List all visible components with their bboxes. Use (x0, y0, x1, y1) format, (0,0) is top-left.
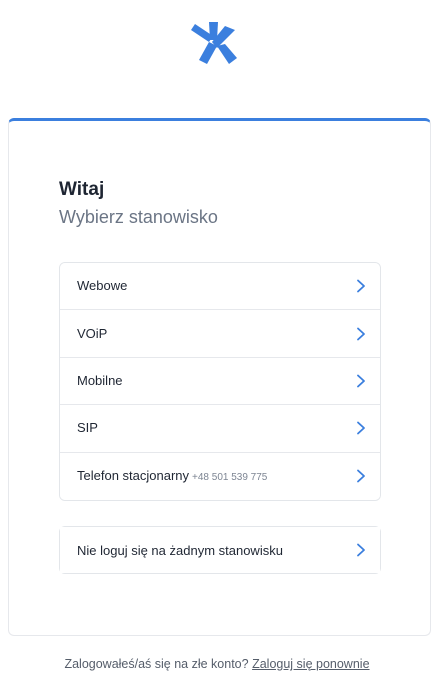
footer: Zalogowałeś/aś się na złe konto? Zaloguj… (0, 657, 434, 671)
no-station-item[interactable]: Nie loguj się na żadnym stanowisku (60, 527, 380, 573)
phone-number: +48 501 539 775 (192, 472, 268, 484)
chevron-right-icon (357, 327, 365, 340)
station-item-label: VOiP (77, 325, 108, 341)
footer-text: Zalogowałeś/aś się na złe konto? (64, 657, 249, 671)
station-card: Witaj Wybierz stanowisko Webowe VOiP Mob… (8, 118, 431, 636)
relogin-link[interactable]: Zaloguj się ponownie (252, 657, 369, 671)
page: Witaj Wybierz stanowisko Webowe VOiP Mob… (0, 0, 434, 691)
page-subtitle: Wybierz stanowisko (59, 207, 218, 227)
brand-star-icon (191, 22, 237, 64)
station-item-sip[interactable]: SIP (60, 405, 380, 453)
station-item-label: SIP (77, 420, 98, 436)
no-station-label: Nie loguj się na żadnym stanowisku (77, 542, 283, 558)
chevron-right-icon (357, 374, 365, 388)
station-item-label: Mobilne (77, 372, 123, 388)
station-list: Webowe VOiP Mobilne SIP Telefon stacjona… (59, 262, 381, 501)
chevron-right-icon (357, 469, 365, 483)
no-station-list: Nie loguj się na żadnym stanowisku (59, 526, 381, 574)
station-item-label: Webowe (77, 278, 128, 294)
station-item-mobilne[interactable]: Mobilne (60, 357, 380, 406)
chevron-right-icon (357, 279, 365, 293)
station-item-voip[interactable]: VOiP (60, 310, 380, 358)
chevron-right-icon (357, 421, 365, 435)
station-item-telefon-stacjonarny[interactable]: Telefon stacjonarny +48 501 539 775 (60, 452, 380, 500)
chevron-right-icon (357, 543, 365, 557)
station-item-webowe[interactable]: Webowe (60, 263, 380, 311)
station-item-label: Telefon stacjonarny +48 501 539 775 (77, 468, 268, 484)
page-title: Witaj (59, 179, 105, 200)
